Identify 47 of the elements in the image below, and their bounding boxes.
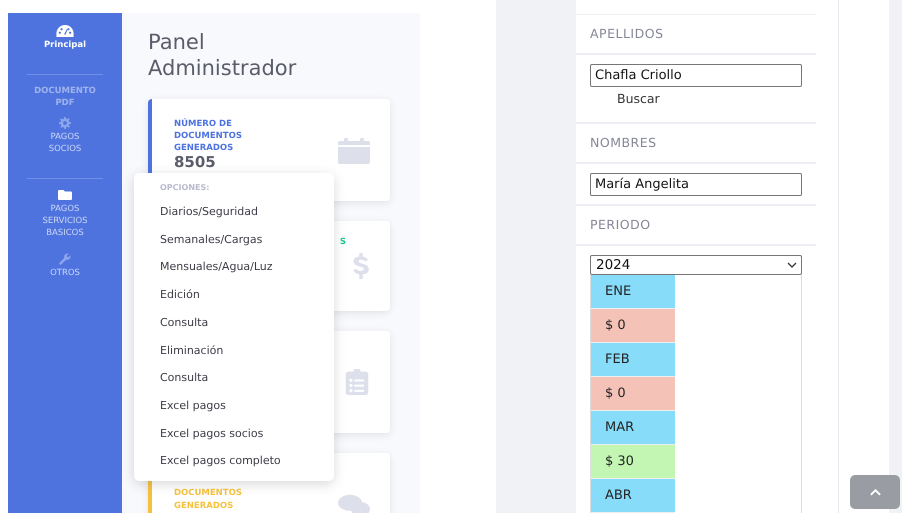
menu-item[interactable]: Excel pagos completo	[134, 447, 334, 476]
folder-icon	[58, 189, 72, 201]
page-title: Panel Administrador	[148, 29, 298, 81]
clipboard-icon	[344, 369, 370, 395]
menu-item[interactable]: Diarios/Seguridad	[134, 198, 334, 226]
menu-item[interactable]: Consulta	[134, 364, 334, 392]
dollar-icon	[352, 253, 370, 279]
chevron-up-icon	[870, 488, 880, 496]
month-cell: ENE	[591, 275, 675, 309]
column-heading: APELLIDOS	[576, 15, 816, 55]
column-heading: PERIODO	[576, 206, 816, 246]
gear-icon	[58, 117, 72, 129]
menu-item[interactable]: Consulta	[134, 308, 334, 337]
sidebar-item-label: OTROS	[49, 267, 81, 279]
calendar-icon	[338, 138, 370, 164]
search-link[interactable]: Buscar	[617, 91, 802, 106]
month-cell: $ 0	[591, 309, 675, 343]
menu-item[interactable]: Excel pagos	[134, 392, 334, 420]
year-select[interactable]: 2024	[590, 255, 802, 275]
text-field[interactable]: Chafla Criollo	[590, 64, 802, 87]
sidebar-heading: DOCUMENTO PDF	[33, 85, 97, 109]
menu-header: OPCIONES:	[159, 183, 210, 194]
month-cell: $ 30	[591, 445, 675, 479]
gauge-icon	[56, 25, 74, 37]
comments-icon	[338, 493, 370, 513]
month-cell: MAR	[591, 411, 675, 445]
sidebar-item-label: PAGOS SERVICIOS BASICOS	[41, 203, 89, 239]
card-label: NÚMERO DE DOCUMENTOS GENERADOS	[174, 118, 243, 154]
menu-item[interactable]: Semanales/Cargas	[134, 226, 334, 254]
menu-item[interactable]: Mensuales/Agua/Luz	[134, 253, 334, 282]
card-label: S	[340, 236, 346, 249]
wrench-icon	[58, 253, 72, 265]
sidebar-item-label: Principal	[42, 39, 88, 51]
menu-item[interactable]: Edición	[134, 281, 334, 309]
sidebar-item-label: PAGOS SOCIOS	[48, 131, 82, 155]
card-value: 8505	[174, 154, 217, 170]
sidebar-item[interactable]: Principal	[33, 25, 97, 51]
month-cell: ABR	[591, 479, 675, 513]
month-cell: $ 0	[591, 377, 675, 411]
card-label: DOCUMENTOS GENERADOS	[174, 487, 243, 513]
scroll-top-button[interactable]	[850, 475, 900, 509]
menu-item[interactable]: Excel pagos socios	[134, 420, 334, 448]
month-cell: FEB	[591, 343, 675, 377]
menu-item[interactable]: Eliminación	[134, 336, 334, 364]
chevron-down-icon	[787, 262, 797, 268]
column-heading: NOMBRES	[576, 124, 816, 164]
text-field[interactable]: María Angelita	[590, 173, 802, 196]
